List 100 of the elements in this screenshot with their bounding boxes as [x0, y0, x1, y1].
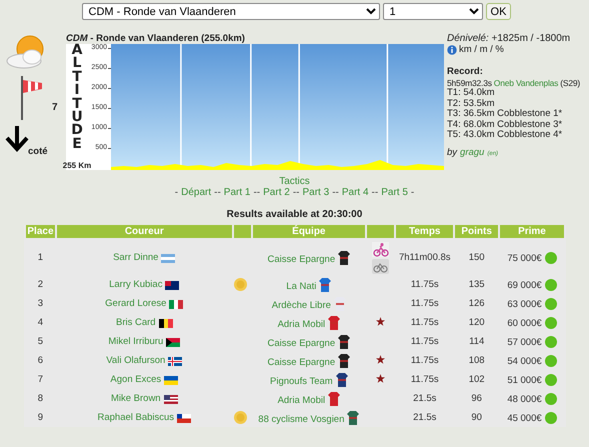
place-cell-text: 2	[36, 278, 44, 292]
units-text: km / m / %	[459, 44, 504, 55]
info-icon	[447, 44, 457, 55]
flag-icon	[169, 300, 184, 309]
flag-icon	[164, 376, 178, 385]
part-link[interactable]: Part 2	[263, 187, 290, 198]
part-link[interactable]: Départ	[181, 187, 212, 198]
part-link[interactable]: Part 5	[381, 187, 408, 198]
race-dropdown[interactable]: CDM - Ronde van Vlaanderen	[82, 3, 380, 20]
place-cell-text: 7	[36, 373, 44, 387]
rider-link[interactable]: Mikel Irriburu	[108, 336, 164, 347]
rider-link[interactable]: Gerard Lorese	[105, 298, 166, 309]
cyclists-icon	[372, 258, 389, 274]
place-cell-text: 5	[36, 335, 44, 349]
team-link[interactable]: Pignoufs Team	[270, 376, 333, 386]
elevation-text: Dénivelé: +1825m / -1800m	[447, 34, 572, 44]
team-link[interactable]: Caisse Epargne	[268, 254, 336, 264]
down-arrow-icon	[4, 124, 30, 152]
separator-text: --	[372, 187, 378, 198]
flag-icon	[164, 395, 178, 404]
rider-link[interactable]: Sarr Dinne	[113, 252, 158, 263]
flag-icon	[158, 319, 173, 328]
rider-link[interactable]: Bris Card	[116, 317, 156, 328]
points-cell-text: 120	[468, 316, 486, 330]
points-cell-text: 135	[468, 278, 486, 292]
prime-amount: 69 000€	[507, 280, 542, 290]
status-dot-icon	[544, 374, 557, 386]
record-time: 5h59m32.3s	[447, 78, 492, 88]
prime-amount: 75 000€	[507, 252, 542, 264]
place-cell-text: 9	[36, 411, 44, 425]
section-text: T3: 36.5km Cobblestone 1*	[447, 109, 564, 120]
status-dot-icon	[544, 298, 557, 310]
team-link[interactable]: Caisse Epargne	[268, 338, 336, 348]
part-link[interactable]: Part 4	[342, 187, 369, 198]
prime-amount: 60 000€	[507, 318, 542, 328]
flag-icon	[168, 357, 182, 366]
part-link[interactable]: Part 1	[224, 187, 250, 198]
points-cell-text: 102	[468, 373, 486, 387]
team-link[interactable]: 88 cyclisme Vosgien	[258, 414, 344, 424]
rider-link[interactable]: Agon Exces	[110, 374, 162, 385]
tactics-link[interactable]: Tactics	[279, 176, 310, 187]
time-cell-text: 11.75s	[410, 316, 440, 330]
flag-icon	[177, 414, 192, 423]
team-link[interactable]: Caisse Epargne	[268, 356, 336, 368]
points-cell-text: 126	[468, 297, 486, 311]
status-dot-icon	[544, 354, 557, 366]
status-dot-icon	[544, 392, 557, 404]
wind-force: 7	[52, 102, 58, 112]
windsock-icon	[18, 74, 44, 120]
record-holder-link[interactable]: Oneb Vandenplas	[494, 78, 558, 88]
column-header: Temps	[396, 225, 454, 240]
part-link[interactable]: Part 3	[302, 187, 330, 198]
results-note: Results available at 20:30:00	[226, 209, 364, 220]
team-link[interactable]: Ardèche Libre	[272, 300, 331, 310]
section-text: T2: 53.5km	[447, 98, 496, 109]
section-text: T5: 43.0km Cobblestone 4*	[447, 130, 564, 140]
time-cell-text: 11.75s	[410, 297, 440, 311]
team-link[interactable]: La Nati	[286, 280, 316, 292]
place-cell-text: 8	[36, 392, 44, 406]
terrain-label: coté	[28, 146, 48, 157]
rider-link[interactable]: Larry Kubiac	[109, 279, 162, 290]
separator-text: --	[253, 187, 260, 198]
distance-label: 255 Km	[62, 161, 92, 170]
points-cell-text: 90	[470, 411, 483, 425]
prime-amount: 51 000€	[507, 374, 542, 386]
flag-icon	[165, 281, 180, 290]
time-cell-text: 21.5s	[412, 392, 438, 406]
separator-text: --	[214, 187, 221, 198]
time-cell-text: 21.5s	[412, 411, 438, 425]
rider-link[interactable]: Vali Olafurson	[106, 355, 166, 366]
status-dot-icon	[544, 252, 557, 264]
rider-link[interactable]: Raphael Babiscus	[97, 412, 174, 423]
separator-text: -	[174, 187, 178, 198]
record-label: Record:	[447, 67, 484, 78]
time-cell-text: 7h11m00.8s	[398, 251, 452, 265]
prime-amount: 57 000€	[507, 336, 542, 348]
points-cell-text: 150	[468, 251, 486, 265]
record-season: (S29)	[560, 78, 580, 88]
place-cell-text: 1	[36, 251, 44, 265]
team-link[interactable]: Adria Mobil	[278, 318, 326, 330]
time-cell-text: 11.75s	[410, 335, 440, 349]
profile-title: CDM - Ronde van Vlaanderen (255.0km)	[66, 34, 246, 44]
stage-dropdown[interactable]: 1	[382, 3, 483, 20]
status-dot-icon	[544, 336, 557, 348]
author-link[interactable]: gragu	[460, 148, 484, 158]
flag-icon	[161, 254, 176, 263]
flag-icon	[166, 338, 180, 347]
column-header: Place	[26, 225, 55, 240]
team-link[interactable]: Adria Mobil	[278, 394, 326, 406]
column-header: Coureur	[56, 225, 232, 240]
time-cell-text: 11.75s	[410, 354, 440, 368]
by-text: by	[447, 148, 458, 158]
section-text: T1: 54.0km	[447, 88, 496, 98]
ok-button[interactable]: OK	[486, 3, 512, 20]
section-text: T4: 68.0km Cobblestone 3*	[447, 120, 564, 130]
column-header: Équipe	[253, 225, 365, 240]
rider-link[interactable]: Mike Brown	[110, 393, 161, 404]
prime-amount: 54 000€	[507, 356, 542, 366]
prime-amount: 45 000€	[507, 412, 542, 424]
prime-amount: 48 000€	[507, 394, 542, 404]
